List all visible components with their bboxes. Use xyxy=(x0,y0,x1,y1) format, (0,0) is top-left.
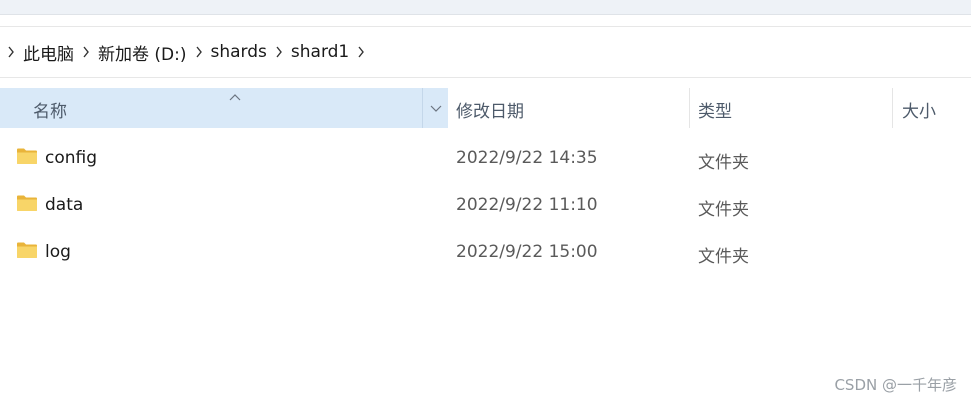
file-name: data xyxy=(45,195,84,215)
folder-icon xyxy=(16,241,38,259)
breadcrumb-item-shard1[interactable]: shard1 xyxy=(290,42,350,62)
column-filter-dropdown[interactable] xyxy=(422,88,448,128)
watermark: CSDN @一千年彦 xyxy=(834,376,957,394)
file-row-data[interactable]: data 2022/9/22 11:10 文件夹 xyxy=(0,184,971,224)
breadcrumb-item-shards[interactable]: shards xyxy=(210,42,268,62)
chevron-down-icon xyxy=(430,98,442,118)
folder-icon xyxy=(16,147,38,165)
chevron-right-icon[interactable] xyxy=(350,46,372,58)
folder-icon xyxy=(16,194,38,212)
column-divider[interactable] xyxy=(892,88,893,128)
file-modified-date: 2022/9/22 11:10 xyxy=(456,195,598,215)
file-type: 文件夹 xyxy=(698,200,749,220)
column-divider[interactable] xyxy=(689,88,690,128)
file-name: log xyxy=(45,242,71,262)
file-modified-date: 2022/9/22 14:35 xyxy=(456,148,598,168)
chevron-right-icon[interactable] xyxy=(188,46,210,58)
file-modified-date: 2022/9/22 15:00 xyxy=(456,242,598,262)
file-name: config xyxy=(45,148,98,168)
chevron-right-icon[interactable] xyxy=(75,46,97,58)
column-header-name-label: 名称 xyxy=(33,102,67,122)
file-type: 文件夹 xyxy=(698,247,749,267)
top-toolbar-strip xyxy=(0,0,971,15)
column-header-name[interactable]: 名称 xyxy=(0,88,422,128)
file-row-log[interactable]: log 2022/9/22 15:00 文件夹 xyxy=(0,231,971,271)
column-header-size[interactable]: 大小 xyxy=(902,97,936,122)
chevron-right-icon[interactable] xyxy=(268,46,290,58)
file-type: 文件夹 xyxy=(698,153,749,173)
file-row-config[interactable]: config 2022/9/22 14:35 文件夹 xyxy=(0,137,971,177)
column-header-date[interactable]: 修改日期 xyxy=(456,97,524,122)
column-header-type[interactable]: 类型 xyxy=(698,97,732,122)
breadcrumb-item-drive-d[interactable]: 新加卷 (D:) xyxy=(97,40,188,65)
sort-ascending-icon xyxy=(229,86,241,106)
breadcrumb-item-this-pc[interactable]: 此电脑 xyxy=(22,40,75,65)
breadcrumb: 此电脑 新加卷 (D:) shards shard1 xyxy=(0,26,971,78)
chevron-right-icon[interactable] xyxy=(0,46,22,58)
column-header-row: 名称 修改日期 类型 大小 xyxy=(0,88,971,128)
